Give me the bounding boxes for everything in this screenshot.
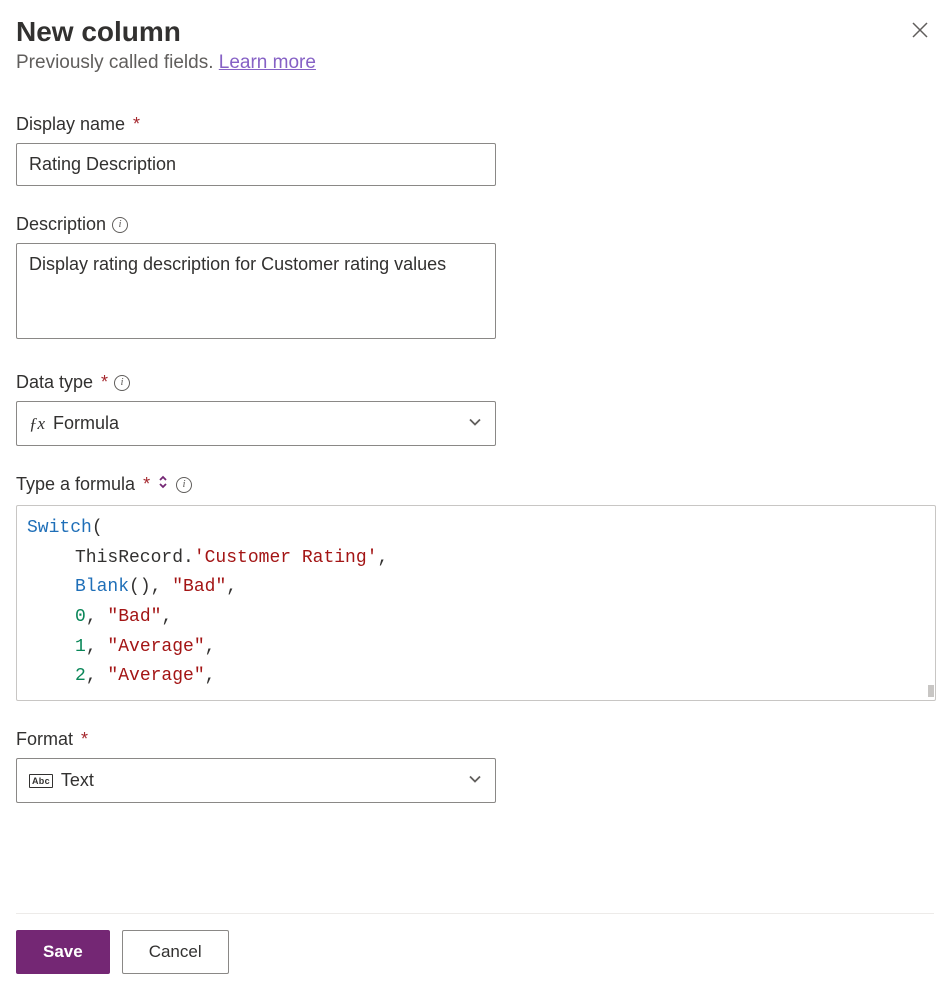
formula-line: ThisRecord.'Customer Rating', — [27, 544, 925, 574]
formula-label: Type a formula * — [16, 474, 150, 495]
description-group: Description i — [16, 214, 934, 344]
format-group: Format * Abc Text — [16, 729, 934, 803]
formula-line: Blank(), "Bad", — [27, 573, 925, 603]
display-name-group: Display name * — [16, 114, 934, 186]
data-type-label: Data type * — [16, 372, 108, 393]
data-type-value: Formula — [53, 413, 119, 434]
format-select[interactable]: Abc Text — [16, 758, 496, 803]
formula-line: 0, "Bad", — [27, 603, 925, 633]
display-name-label: Display name * — [16, 114, 140, 135]
display-name-input[interactable] — [16, 143, 496, 186]
info-icon[interactable]: i — [112, 217, 128, 233]
expand-icon[interactable] — [156, 475, 170, 494]
format-label: Format * — [16, 729, 88, 750]
data-type-group: Data type * i ƒx Formula — [16, 372, 934, 446]
cancel-button[interactable]: Cancel — [122, 930, 229, 974]
panel-subtitle: Previously called fields. Learn more — [16, 52, 934, 74]
formula-line: 1, "Average", — [27, 633, 925, 663]
required-indicator: * — [138, 474, 150, 494]
panel-footer: Save Cancel — [16, 913, 934, 974]
formula-group: Type a formula * i — [16, 474, 934, 495]
formula-line: 2, "Average", — [27, 662, 925, 692]
formula-line: Switch( — [27, 514, 925, 544]
required-indicator: * — [128, 114, 140, 134]
description-label: Description — [16, 214, 106, 235]
data-type-select[interactable]: ƒx Formula — [16, 401, 496, 446]
required-indicator: * — [76, 729, 88, 749]
info-icon[interactable]: i — [176, 477, 192, 493]
info-icon[interactable]: i — [114, 375, 130, 391]
learn-more-link[interactable]: Learn more — [219, 52, 316, 73]
save-button[interactable]: Save — [16, 930, 110, 974]
formula-editor[interactable]: Switch(ThisRecord.'Customer Rating',Blan… — [16, 505, 936, 701]
required-indicator: * — [96, 372, 108, 392]
format-value: Text — [61, 770, 94, 791]
scrollbar-handle[interactable] — [928, 685, 934, 697]
text-icon: Abc — [29, 774, 53, 788]
subtitle-text: Previously called fields. — [16, 52, 219, 73]
description-input[interactable] — [16, 243, 496, 339]
panel-header: New column — [16, 16, 934, 48]
close-button[interactable] — [906, 16, 934, 48]
close-icon — [910, 23, 930, 45]
panel-title: New column — [16, 16, 181, 48]
formula-icon: ƒx — [29, 414, 45, 434]
